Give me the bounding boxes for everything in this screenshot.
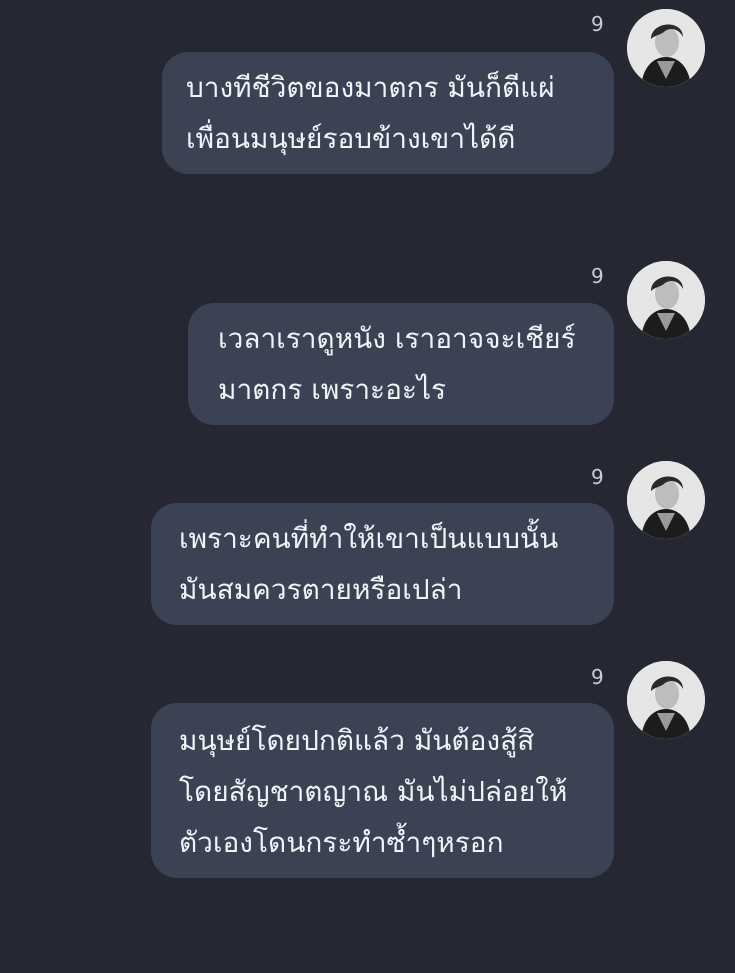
message-bubble: เพราะคนที่ทำให้เขาเป็นแบบนั้น มันสมควรตา… [151, 503, 614, 625]
message-text: โดยสัญชาตญาณ มันไม่ปล่อยให้ [179, 775, 568, 808]
avatar-photo [627, 261, 705, 339]
sender-name: 9 [591, 465, 604, 489]
message-bubble: เวลาเราดูหนัง เราอาจจะเชียร์ มาตกร เพราะ… [188, 303, 614, 425]
message-text: บางทีชีวิตของมาตกร มันก็ตีแผ่ [186, 71, 555, 104]
sender-name: 9 [591, 264, 604, 288]
avatar-photo [627, 661, 705, 739]
avatar-photo [627, 9, 705, 87]
avatar[interactable] [627, 461, 705, 539]
message-text: มาตกร เพราะอะไร [218, 373, 447, 406]
message-text: เพื่อนมนุษย์รอบข้างเขาได้ดี [186, 122, 516, 155]
chat-thread: 9 บางทีชีวิตของมาตกร มันก็ตีแผ่ เพื่อนมน… [0, 0, 735, 973]
avatar[interactable] [627, 261, 705, 339]
message-text: เพราะคนที่ทำให้เขาเป็นแบบนั้น [179, 522, 559, 555]
message-text: เวลาเราดูหนัง เราอาจจะเชียร์ [218, 322, 576, 355]
message-text: มนุษย์โดยปกติแล้ว มันต้องสู้สิ [179, 724, 535, 757]
message-bubble: บางทีชีวิตของมาตกร มันก็ตีแผ่ เพื่อนมนุษ… [162, 52, 614, 174]
message-bubble: มนุษย์โดยปกติแล้ว มันต้องสู้สิ โดยสัญชาต… [151, 703, 614, 878]
avatar[interactable] [627, 9, 705, 87]
sender-name: 9 [591, 665, 604, 689]
sender-name: 9 [591, 12, 604, 36]
message-text: มันสมควรตายหรือเปล่า [179, 573, 463, 606]
avatar-photo [627, 461, 705, 539]
avatar[interactable] [627, 661, 705, 739]
message-text: ตัวเองโดนกระทำซ้ำๆหรอก [179, 826, 504, 859]
